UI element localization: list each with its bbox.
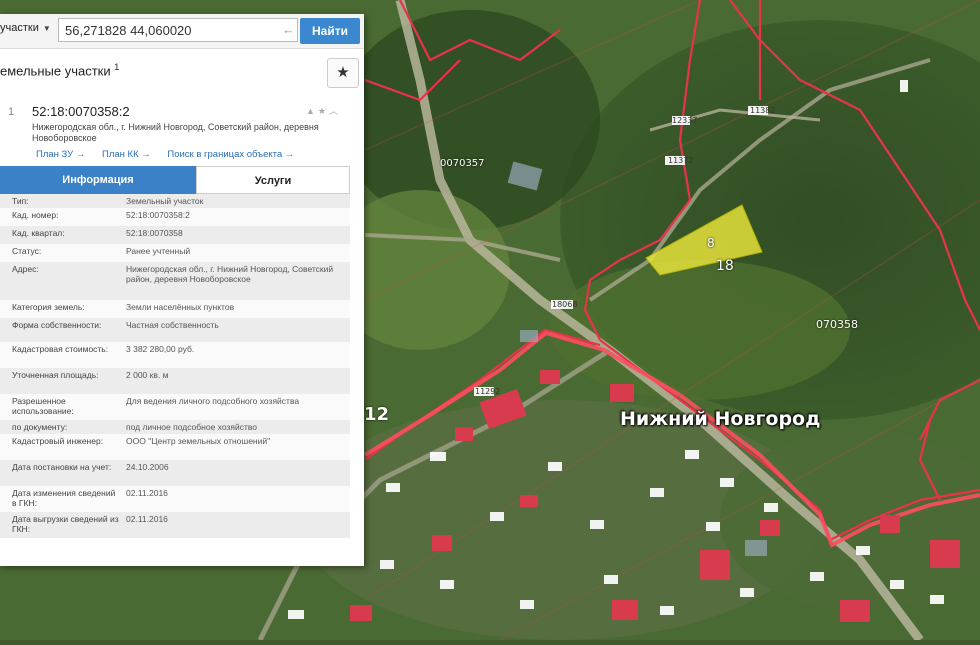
parcel-label: 11292 <box>475 387 501 396</box>
table-row: Форма собственности: Частная собственност… <box>0 318 350 342</box>
prop-key: Категория земель: <box>12 302 85 312</box>
prop-value: Ранее учтенный <box>126 246 191 256</box>
table-row: по документу: под личное подсобное хозяйс… <box>0 420 350 434</box>
warning-icon[interactable]: ▲ <box>306 106 318 116</box>
prop-value: под личное подсобное хозяйство <box>126 422 257 432</box>
chevron-down-icon: ▼ <box>42 24 51 33</box>
prop-key: Тип: <box>12 196 29 206</box>
parcel-label: 0070357 <box>440 158 485 169</box>
prop-key: по документу: <box>12 422 68 432</box>
prop-value: 2 000 кв. м <box>126 370 169 380</box>
search-input[interactable] <box>58 18 298 42</box>
prop-key: Дата постановки на учет: <box>12 462 112 472</box>
table-row: Категория земель: Земли населённых пункто… <box>0 300 350 318</box>
parcel-info-panel: участки▼ ← Найти емельные участки 1 ★ 1 … <box>0 14 364 566</box>
prop-value: Земельный участок <box>126 196 204 206</box>
prop-value: 52:18:0070358 <box>126 228 183 238</box>
search-bar: участки▼ ← Найти <box>0 14 364 49</box>
list-item[interactable]: 1 52:18:0070358:2 Нижегородская обл., г.… <box>0 100 364 170</box>
link-zu-plan[interactable]: План ЗУ → <box>36 149 85 160</box>
chevron-up-icon[interactable]: ︿ <box>329 106 341 116</box>
prop-key: Адрес: <box>12 264 39 274</box>
table-row: Тип: Земельный участок <box>0 194 350 208</box>
parcel-label: 18 <box>716 258 734 274</box>
star-icon[interactable]: ★ <box>318 106 329 116</box>
prop-key: Статус: <box>12 246 42 256</box>
tab-services[interactable]: Услуги <box>196 166 350 194</box>
prop-value: 02.11.2016 <box>126 514 168 524</box>
properties-table: Тип: Земельный участок Кад. номер: 52:18:0… <box>0 194 350 538</box>
parcel-label: 11372 <box>668 156 694 165</box>
link-search-within[interactable]: Поиск в границах объекта → <box>167 149 294 160</box>
table-row: Кадастровый инженер: ООО "Центр земельных… <box>0 434 350 460</box>
search-type-select[interactable]: участки ▼ <box>0 22 51 34</box>
prop-value: Земли населённых пунктов <box>126 302 235 312</box>
prop-key: Форма собственности: <box>12 320 102 330</box>
star-icon: ★ <box>336 64 350 81</box>
parcel-label: 18068 <box>552 300 578 309</box>
table-row: Статус: Ранее учтенный <box>0 244 350 262</box>
prop-value: Частная собственность <box>126 320 219 330</box>
parcel-label: 12337 <box>672 116 698 125</box>
prop-value: 24.10.2006 <box>126 462 169 472</box>
link-kk-plan[interactable]: План КК → <box>102 149 151 160</box>
parcel-label: 070358 <box>816 318 858 331</box>
prop-value: 52:18:0070358:2 <box>126 210 190 220</box>
search-button[interactable]: Найти <box>300 18 360 44</box>
prop-key: Дата выгрузки сведений из ГКН: <box>12 514 119 534</box>
cadastral-number: 52:18:0070358:2 <box>32 104 130 119</box>
prop-value: Нижегородская обл., г. Нижний Новгород, … <box>126 264 334 284</box>
results-title: емельные участки 1 <box>0 62 119 78</box>
parcel-label: 11382 <box>750 106 776 115</box>
prop-key: Разрешенное использование: <box>12 396 74 416</box>
table-row: Дата выгрузки сведений из ГКН: 02.11.2016 <box>0 512 350 538</box>
result-index: 1 <box>8 106 15 118</box>
table-row: Разрешенное использование: Для ведения ли… <box>0 394 350 420</box>
prop-key: Кад. номер: <box>12 210 59 220</box>
parcel-label: 12 <box>364 404 390 425</box>
prop-key: Дата изменения сведений в ГКН: <box>12 488 116 508</box>
prop-key: Кад. квартал: <box>12 228 65 238</box>
table-row: Дата изменения сведений в ГКН: 02.11.2016 <box>0 486 350 512</box>
favorite-button[interactable]: ★ <box>327 58 359 88</box>
result-address: Нижегородская обл., г. Нижний Новгород, … <box>32 122 319 143</box>
result-links: План ЗУ → План КК → Поиск в границах объ… <box>36 149 308 160</box>
prop-key: Кадастровая стоимость: <box>12 344 109 354</box>
prop-key: Уточненная площадь: <box>12 370 99 380</box>
search-type-label: участки <box>0 22 39 34</box>
prop-key: Кадастровый инженер: <box>12 436 104 446</box>
results-title-text: емельные участки <box>0 63 111 79</box>
prop-value: 3 382 280,00 руб. <box>126 344 195 354</box>
table-row: Кад. номер: 52:18:0070358:2 <box>0 208 350 226</box>
info-tabs: Информация Услуги <box>0 166 350 194</box>
prop-value: ООО "Центр земельных отношений" <box>126 436 271 446</box>
table-row: Кад. квартал: 52:18:0070358 <box>0 226 350 244</box>
result-actions: ▲★︿ <box>306 104 341 117</box>
table-row: Кадастровая стоимость: 3 382 280,00 руб. <box>0 342 350 368</box>
prop-value: 02.11.2016 <box>126 488 168 498</box>
results-header: емельные участки 1 ★ <box>0 56 364 92</box>
tab-information[interactable]: Информация <box>0 166 196 194</box>
results-count: 1 <box>114 62 120 72</box>
city-label: Нижний Новгород <box>620 408 821 430</box>
table-row: Адрес: Нижегородская обл., г. Нижний Новг… <box>0 262 350 300</box>
prop-value: Для ведения личного подсобного хозяйства <box>126 396 300 406</box>
clear-icon[interactable]: ← <box>282 22 295 37</box>
table-row: Уточненная площадь: 2 000 кв. м <box>0 368 350 394</box>
parcel-label: 8 <box>707 236 715 250</box>
table-row: Дата постановки на учет: 24.10.2006 <box>0 460 350 486</box>
